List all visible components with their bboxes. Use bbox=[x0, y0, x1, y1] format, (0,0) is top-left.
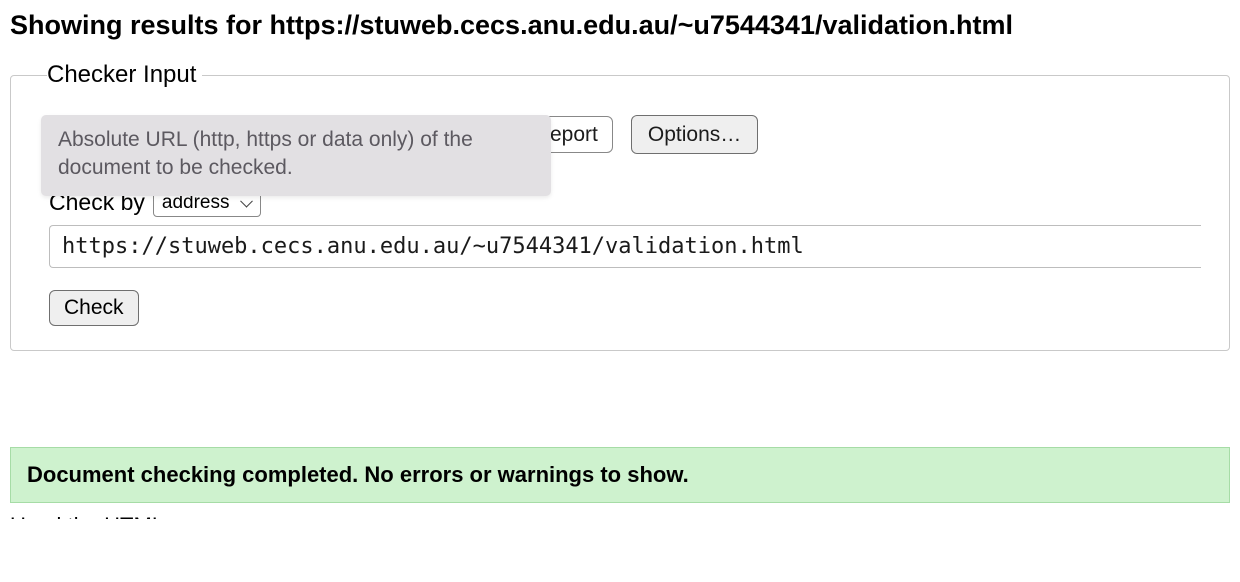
page-title: Showing results for https://stuweb.cecs.… bbox=[10, 8, 1230, 43]
checker-input-fieldset: Checker Input Absolute URL (http, https … bbox=[10, 61, 1230, 351]
address-input[interactable] bbox=[49, 225, 1201, 268]
fieldset-legend: Checker Input bbox=[47, 61, 202, 89]
trailing-text-fragment: Used the HTML bbox=[10, 513, 1230, 519]
url-help-tooltip: Absolute URL (http, https or data only) … bbox=[41, 115, 551, 196]
image-report-button-partial[interactable]: eport bbox=[541, 116, 613, 153]
check-button[interactable]: Check bbox=[49, 290, 139, 326]
result-success-banner: Document checking completed. No errors o… bbox=[10, 447, 1230, 503]
options-button[interactable]: Options… bbox=[631, 115, 758, 154]
